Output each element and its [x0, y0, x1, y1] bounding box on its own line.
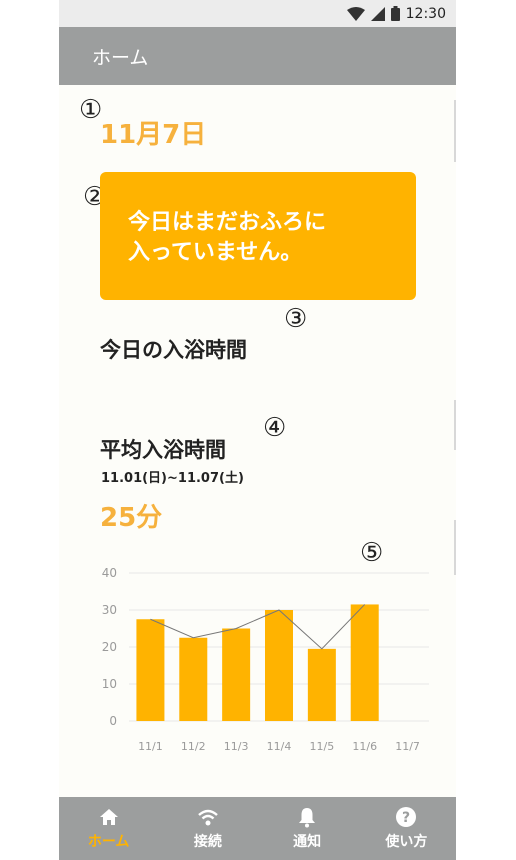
- annotation-marker-4: ④: [263, 413, 287, 443]
- x-tick-label: 11/4: [267, 740, 292, 753]
- bath-status-line-2: 入っていません。: [128, 240, 303, 265]
- y-tick-label: 40: [102, 566, 117, 580]
- nav-help-label: 使い方: [385, 834, 428, 850]
- bath-status-line-1: 今日はまだおふろに: [128, 210, 327, 235]
- x-tick-label: 11/6: [352, 740, 377, 753]
- nav-help[interactable]: ? 使い方: [357, 797, 456, 860]
- nav-connect-label: 接続: [193, 834, 222, 850]
- y-tick-label: 20: [102, 640, 117, 654]
- phone-screen: 12:30 ホーム ① 11月7日 ② 今日はまだおふろに 入っていません。 ③…: [59, 0, 456, 860]
- status-time: 12:30: [405, 5, 446, 22]
- x-tick-label: 11/5: [310, 740, 335, 753]
- chart-bar: [179, 637, 208, 721]
- chart-bar: [136, 619, 165, 721]
- page-title: ホーム: [92, 47, 149, 69]
- y-tick-label: 30: [102, 603, 117, 617]
- y-tick-label: 10: [102, 677, 117, 691]
- nav-notifications[interactable]: 通知: [258, 797, 357, 860]
- chart-bar: [265, 610, 293, 721]
- average-bath-time-title: 平均入浴時間: [100, 438, 226, 462]
- svg-text:?: ?: [402, 810, 410, 826]
- nav-home[interactable]: ホーム: [59, 797, 158, 860]
- bath-status-card: 今日はまだおふろに 入っていません。: [100, 172, 416, 300]
- chart-bar: [307, 648, 336, 721]
- bottom-navigation: ホーム 接続 通知 ? 使い方: [59, 797, 456, 860]
- app-bar: ホーム: [59, 27, 456, 85]
- scroll-edge-mark: [454, 100, 456, 162]
- home-icon: [99, 809, 118, 825]
- y-tick-label: 0: [109, 714, 117, 728]
- battery-icon: [390, 6, 400, 21]
- help-icon: ?: [396, 807, 417, 827]
- bell-icon: [299, 808, 316, 828]
- annotation-marker-3: ③: [284, 304, 308, 334]
- nav-connect[interactable]: 接続: [158, 797, 257, 860]
- scroll-edge-mark: [454, 400, 456, 450]
- today-bath-time-title: 今日の入浴時間: [100, 338, 247, 362]
- x-tick-label: 11/1: [138, 740, 163, 753]
- chart-bar: [222, 628, 251, 721]
- wifi-icon: [198, 809, 218, 826]
- nav-home-label: ホーム: [87, 834, 130, 850]
- wifi-status-icon: [346, 6, 365, 21]
- bath-time-bar-chart: 0 10 20 30 40 11/1 11/2 11/3 11/4 11/5 11/6 11/7: [102, 566, 429, 753]
- chart-bar: [350, 604, 379, 721]
- average-value: 25分: [100, 503, 163, 533]
- x-tick-label: 11/2: [181, 740, 206, 753]
- scroll-edge-mark: [454, 520, 456, 575]
- x-tick-label: 11/7: [395, 740, 420, 753]
- x-tick-label: 11/3: [224, 740, 249, 753]
- annotation-marker-1: ①: [79, 95, 103, 125]
- today-date: 11月7日: [100, 120, 207, 150]
- status-bar: 12:30: [59, 0, 456, 27]
- signal-icon: [370, 6, 385, 21]
- nav-notifications-label: 通知: [293, 834, 322, 850]
- average-period: 11.01(日)~11.07(土): [101, 471, 244, 486]
